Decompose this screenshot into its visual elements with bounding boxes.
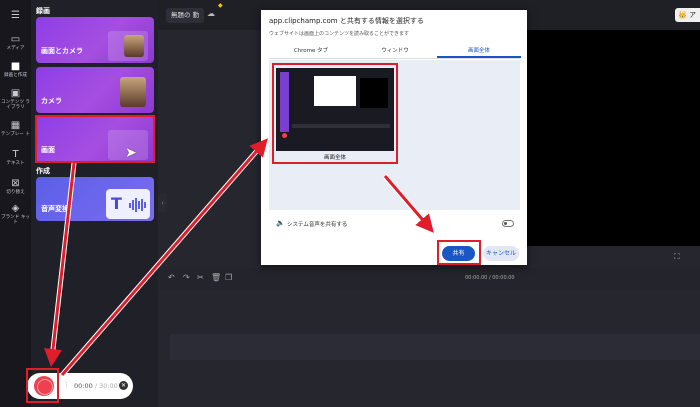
close-recording-icon[interactable]: ✕ bbox=[119, 381, 128, 390]
cursor-icon: ➤ bbox=[125, 145, 137, 161]
highlight-screen-card bbox=[35, 115, 155, 163]
upgrade-button[interactable]: 👑 ア bbox=[675, 8, 700, 22]
highlight-screen-thumbnail bbox=[272, 63, 398, 164]
rail-item-templates[interactable]: ▦ テンプレー ト bbox=[0, 120, 31, 137]
card-text-to-speech[interactable]: T 音声変換 bbox=[36, 177, 154, 221]
recording-timer: 00:00 / 30:00 bbox=[74, 382, 118, 390]
section-record-heading: 録画 bbox=[36, 7, 50, 15]
card-camera[interactable]: カメラ bbox=[36, 67, 154, 113]
timeline-toolbar bbox=[158, 268, 700, 290]
rail-item-media[interactable]: ▭ メディア bbox=[0, 34, 31, 51]
folder-icon: ▭ bbox=[10, 34, 21, 45]
person-thumbnail bbox=[124, 35, 144, 57]
premium-gem-icon: ◆ bbox=[218, 2, 223, 9]
more-icon[interactable]: ⋮ bbox=[63, 381, 70, 389]
template-icon: ▦ bbox=[10, 120, 21, 131]
cloud-sync-icon: ☁ bbox=[207, 9, 215, 18]
tab-window[interactable]: ウィンドウ bbox=[353, 44, 437, 58]
tab-divider bbox=[269, 58, 520, 59]
text-icon: T bbox=[12, 149, 19, 160]
dialog-subtitle: ウェブサイトは画面上のコンテンツを読み取ることができます bbox=[269, 31, 410, 37]
duplicate-icon[interactable]: ❐ bbox=[225, 273, 232, 282]
collapse-panel-chevron-icon[interactable]: ‹ bbox=[158, 194, 167, 212]
rail-item-transitions[interactable]: ⊠ 切り替え bbox=[0, 178, 31, 195]
rail-item-record-create[interactable]: ■ 録画と作成 bbox=[0, 61, 31, 78]
undo-icon[interactable]: ↶ bbox=[168, 273, 175, 282]
redo-icon[interactable]: ↷ bbox=[183, 273, 190, 282]
rail-item-brand-kit[interactable]: ◈ ブランド キット bbox=[0, 203, 31, 225]
rail-item-content-library[interactable]: ▣ コンテンツ ライブラリ bbox=[0, 88, 31, 110]
project-title[interactable]: 無題の 動 bbox=[166, 8, 205, 23]
share-audio-label: システム音声を共有する bbox=[287, 222, 348, 228]
speaker-icon: 🔈 bbox=[276, 219, 285, 227]
tab-chrome-tab[interactable]: Chrome タブ bbox=[269, 44, 353, 58]
person-thumbnail bbox=[120, 77, 146, 107]
card-screen-and-camera[interactable]: 画面とカメラ bbox=[36, 17, 154, 63]
menu-icon[interactable]: ☰ bbox=[0, 10, 31, 21]
camera-icon: ■ bbox=[10, 61, 21, 72]
rail-item-text[interactable]: T テキスト bbox=[0, 149, 31, 166]
brand-kit-icon: ◈ bbox=[11, 203, 20, 214]
split-icon[interactable]: ✂ bbox=[197, 273, 204, 282]
library-icon: ▣ bbox=[10, 88, 21, 99]
highlight-share-button bbox=[437, 240, 481, 265]
timeline-timecode: 00:00.00 / 00:00.00 bbox=[465, 275, 515, 281]
highlight-record-button bbox=[26, 368, 59, 403]
section-create-heading: 作成 bbox=[36, 167, 50, 175]
cancel-button[interactable]: キャンセル bbox=[483, 246, 519, 261]
transition-icon: ⊠ bbox=[11, 178, 20, 189]
share-audio-toggle[interactable] bbox=[502, 220, 514, 227]
timeline-track bbox=[170, 334, 700, 360]
dialog-title: app.clipchamp.com と共有する情報を選択する bbox=[269, 17, 424, 25]
fullscreen-icon[interactable]: ⛶ bbox=[674, 252, 680, 262]
video-preview bbox=[527, 30, 700, 246]
tab-entire-screen[interactable]: 画面全体 bbox=[437, 44, 521, 58]
delete-icon[interactable]: 🗑 bbox=[211, 273, 221, 282]
